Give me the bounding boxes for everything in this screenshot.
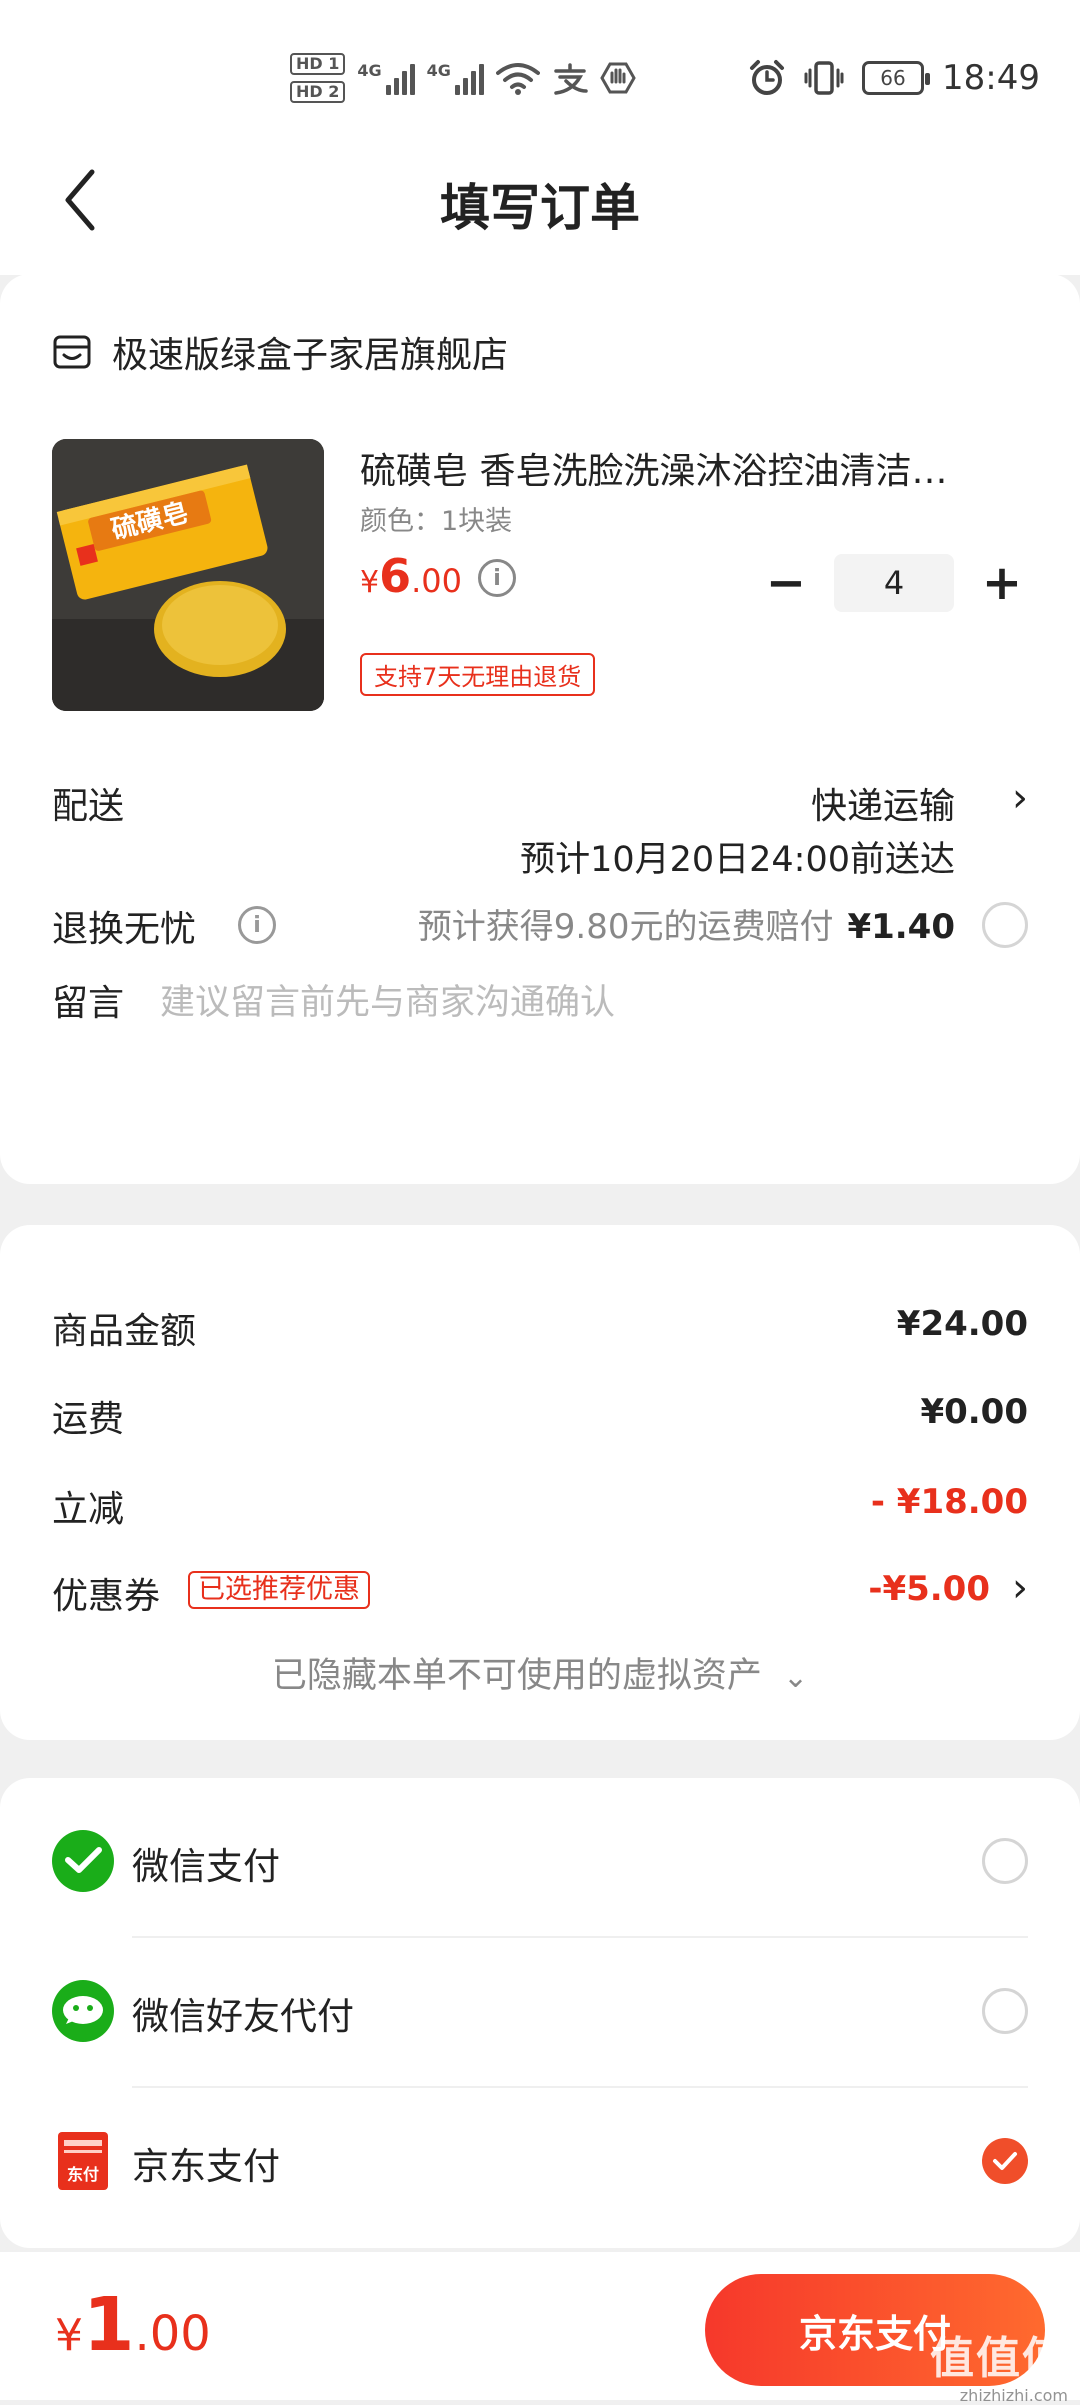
coupon-chevron-right-icon[interactable]: › <box>1012 1565 1028 1611</box>
payment-label: 微信好友代付 <box>132 1995 354 2038</box>
refund-insurance-desc: 预计获得9.80元的运费赔付 <box>417 907 834 947</box>
signal-1-icon: 4G <box>357 61 415 95</box>
store-row[interactable]: 极速版绿盒子家居旗舰店 <box>52 326 508 378</box>
goods-amount-value: ¥24.00 <box>896 1304 1028 1344</box>
watermark: 值值值 zhizhizhi.com <box>930 2322 1068 2405</box>
quantity-stepper: − 4 + <box>760 554 1028 612</box>
store-icon <box>53 335 91 369</box>
payment-option-wechat[interactable]: 微信支付 <box>0 1788 1080 1938</box>
delivery-mode[interactable]: 快递运输 <box>811 777 955 829</box>
discount-value: - ¥18.00 <box>870 1482 1028 1522</box>
total-price: ¥ 1 .00 <box>55 2282 211 2368</box>
alarm-icon <box>750 60 785 95</box>
hd-indicators: HD 1 HD 2 <box>290 53 346 103</box>
price-info-button[interactable]: i <box>478 559 516 597</box>
hd1-badge: HD 1 <box>290 53 346 75</box>
info-icon: i <box>478 559 516 597</box>
refund-insurance-price: ¥1.40 <box>847 907 955 947</box>
watermark-sub: zhizhizhi.com <box>959 2386 1068 2405</box>
delivery-chevron-right-icon[interactable]: › <box>1012 775 1028 821</box>
product-photo: 硫磺皂 <box>52 439 324 711</box>
refund-insurance-radio[interactable] <box>982 902 1028 948</box>
wechat-pay-icon <box>52 1830 114 1892</box>
signal-2-icon: 4G <box>427 61 484 95</box>
page-header: 填写订单 <box>0 150 1080 275</box>
alipay-icon <box>554 63 588 95</box>
delivery-label: 配送 <box>52 786 125 827</box>
shipping-value: ¥0.00 <box>920 1392 1028 1432</box>
store-name: 极速版绿盒子家居旗舰店 <box>112 335 509 376</box>
price-currency: ¥ <box>360 565 380 600</box>
memo-label: 留言 <box>52 983 125 1024</box>
decrease-quantity-button[interactable]: − <box>760 555 812 611</box>
network-type-2: 4G <box>426 61 451 80</box>
payment-radio-wechat-friend[interactable] <box>982 1988 1028 2034</box>
info-icon: i <box>238 906 276 944</box>
payment-methods-card: 微信支付 微信好友代付 东付 京东支付 <box>0 1778 1080 2248</box>
hd2-badge: HD 2 <box>290 81 346 103</box>
clock: 18:49 <box>942 58 1040 98</box>
payment-option-wechat-friend[interactable]: 微信好友代付 <box>0 1938 1080 2088</box>
memo-input[interactable]: 建议留言前先与商家沟通确认 <box>160 974 615 1025</box>
delivery-eta: 预计10月20日24:00前送达 <box>520 840 955 880</box>
payment-option-jd[interactable]: 东付 京东支付 <box>0 2088 1080 2238</box>
total-currency: ¥ <box>55 2310 83 2361</box>
goods-amount-label: 商品金额 <box>52 1311 197 1352</box>
battery-icon: 66 <box>862 61 931 95</box>
refund-insurance-label: 退换无忧 <box>52 909 197 950</box>
coupon-value[interactable]: -¥5.00 <box>868 1569 990 1609</box>
quantity-input[interactable]: 4 <box>834 554 954 612</box>
wechat-friend-pay-icon <box>52 1980 114 2042</box>
total-decimal: .00 <box>134 2306 211 2362</box>
total-integer: 1 <box>83 2282 135 2368</box>
page-title: 填写订单 <box>440 179 640 237</box>
price-integer: 6 <box>379 549 412 603</box>
hidden-assets-toggle[interactable]: 已隐藏本单不可使用的虚拟资产 ⌄ <box>0 1647 1080 1698</box>
battery-level: 66 <box>880 66 906 90</box>
price-summary-card: 商品金额 ¥24.00 运费 ¥0.00 立减 - ¥18.00 优惠券 已选推… <box>0 1225 1080 1740</box>
product-image[interactable]: 硫磺皂 <box>52 439 324 711</box>
increase-quantity-button[interactable]: + <box>976 555 1028 611</box>
status-bar: HD 1 HD 2 4G 4G 66 18:49 <box>0 0 1080 150</box>
refund-insurance-text: 预计获得9.80元的运费赔付 ¥1.40 <box>418 899 955 948</box>
discount-label: 立减 <box>52 1489 125 1530</box>
vibrate-icon <box>804 61 844 95</box>
refund-info-button[interactable]: i <box>238 906 276 944</box>
order-card: 极速版绿盒子家居旗舰店 硫磺皂 硫磺皂 香皂洗脸洗澡沐浴控油清洁… 颜色：1块装… <box>0 274 1080 1184</box>
hidden-assets-text: 已隐藏本单不可使用的虚拟资产 <box>271 1656 762 1696</box>
product-title[interactable]: 硫磺皂 香皂洗脸洗澡沐浴控油清洁… <box>360 442 1000 494</box>
jd-pay-icon: 东付 <box>58 2132 108 2190</box>
hand-stop-icon <box>600 62 636 94</box>
payment-radio-jd[interactable] <box>982 2138 1028 2184</box>
product-spec: 颜色：1块装 <box>360 506 513 537</box>
shipping-label: 运费 <box>52 1399 125 1440</box>
status-right: 66 18:49 <box>748 50 1040 106</box>
network-type-1: 4G <box>357 61 382 80</box>
payment-label: 京东支付 <box>132 2145 280 2188</box>
coupon-badge: 已选推荐优惠 <box>188 1571 370 1609</box>
wifi-icon <box>495 63 540 95</box>
checkout-bar: ¥ 1 .00 京东支付 <box>0 2252 1080 2400</box>
payment-radio-wechat[interactable] <box>982 1838 1028 1884</box>
checkmark-icon <box>993 2152 1017 2170</box>
status-left: HD 1 HD 2 4G 4G <box>290 48 636 108</box>
return-policy-badge: 支持7天无理由退货 <box>360 653 596 696</box>
coupon-label[interactable]: 优惠券 <box>52 1567 160 1619</box>
payment-label: 微信支付 <box>132 1845 280 1888</box>
chevron-down-icon: ⌄ <box>783 1660 809 1695</box>
product-price: ¥ 6 .00 <box>360 549 462 603</box>
jd-pay-icon-text: 东付 <box>67 2165 99 2184</box>
watermark-text: 值值值 <box>930 2333 1068 2384</box>
price-decimal: .00 <box>411 562 462 600</box>
